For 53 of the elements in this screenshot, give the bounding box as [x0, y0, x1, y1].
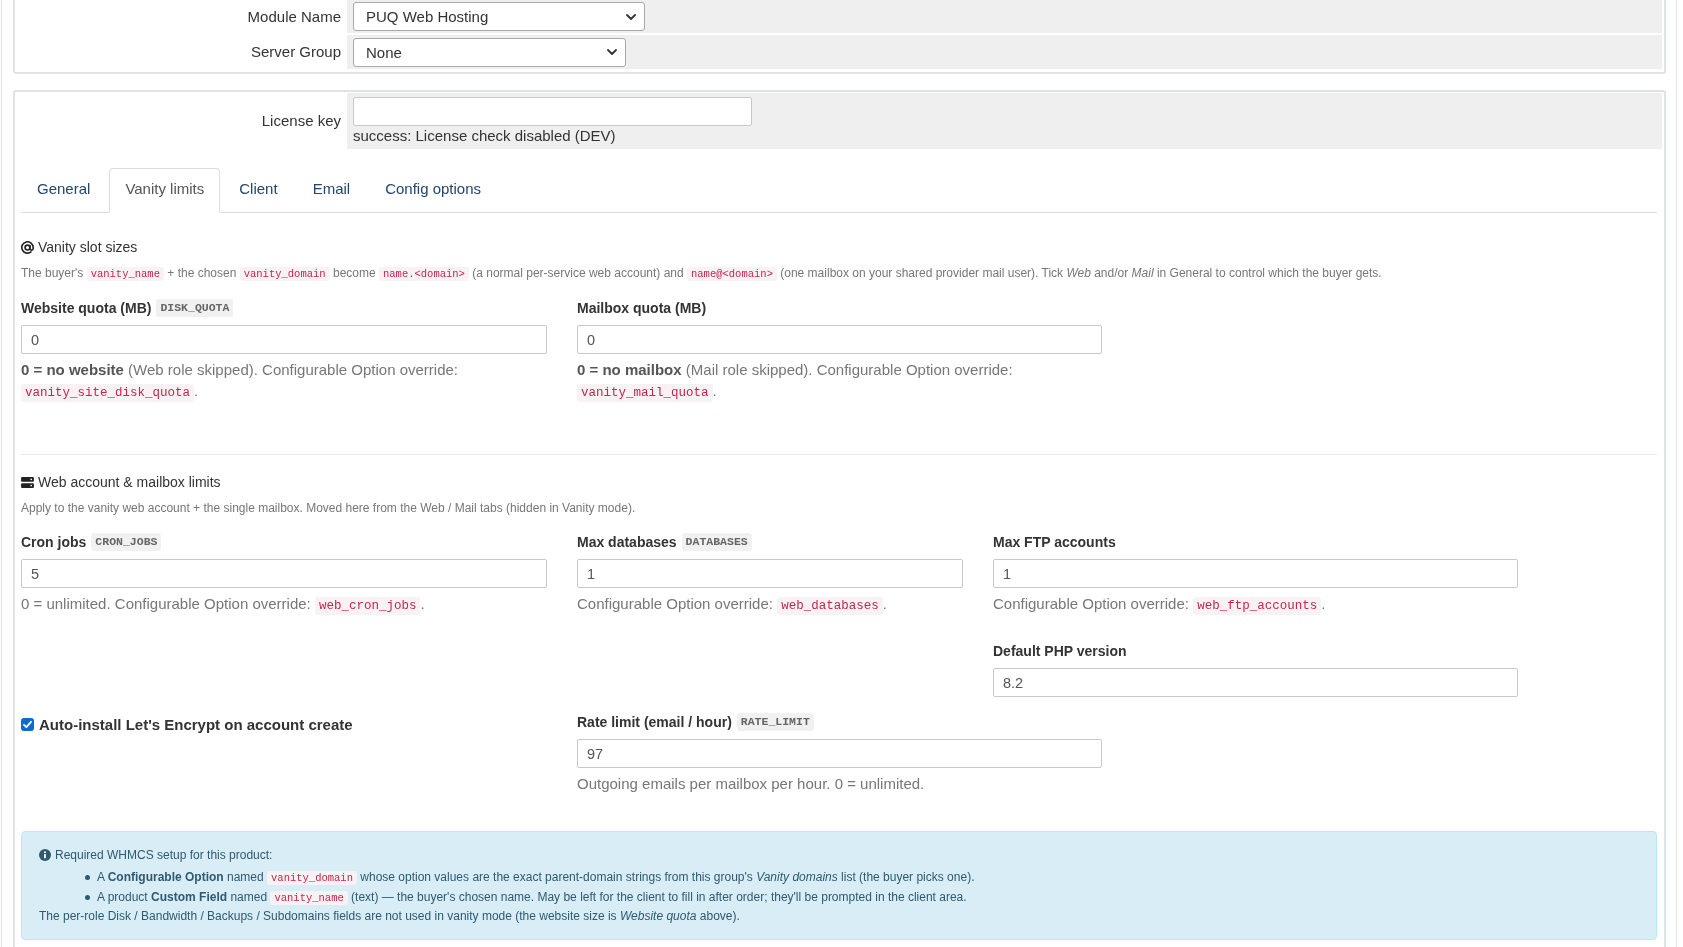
- list-item: A Configurable Option named vanity_domain whose option values are the exact parent-domain strings from this group's Vanity domains list (the buyer picks one).: [97, 868, 975, 887]
- field-label: Server Group: [250, 42, 341, 62]
- section-heading: Web account & mailbox limits: [38, 473, 221, 492]
- config-key-tag: RATE_LIMIT: [736, 713, 814, 731]
- section-description: The buyer's vanity_name + the chosen vanity_domain become name.<domain> (a normal per-service web account) and name@<domain> (one mailbox on your shared provider mail user). Tick Web and/or Mail in General to control which the buyer gets.: [21, 265, 1383, 283]
- config-key-tag: DATABASES: [681, 533, 752, 551]
- help-text: Outgoing emails per mailbox per hour. 0 = unlimited.: [577, 774, 926, 794]
- dropdown[interactable]: None: [353, 37, 626, 67]
- field-label: Mailbox quota (MB): [577, 300, 707, 316]
- help-text: 0 = unlimited. Configurable Option override: web_cron_jobs .: [21, 594, 426, 617]
- status-message: success: License check disabled (DEV): [353, 126, 616, 146]
- dropdown[interactable]: PUQ Web Hosting: [353, 2, 645, 31]
- tab[interactable]: General: [21, 168, 107, 213]
- alert-title: Required WHMCS setup for this product:: [55, 847, 273, 864]
- tab[interactable]: Client: [223, 168, 294, 213]
- field-label: Default PHP version: [993, 643, 1127, 659]
- field-label: Module Name: [247, 6, 341, 27]
- text-field[interactable]: 97: [577, 739, 1102, 768]
- text-field[interactable]: [353, 97, 752, 126]
- alert-note: The per-role Disk / Bandwidth / Backups / Subdomains fields are not used in vanity mode (the website size is Website quota above).: [39, 908, 741, 925]
- at-sign-icon: [21, 240, 34, 254]
- bullet-icon: [85, 894, 90, 900]
- help-text: 0 = no website (Web role skipped). Configurable Option override: vanity_site_disk_quota .: [21, 360, 459, 404]
- help-text: Configurable Option override: web_databases .: [577, 594, 888, 617]
- section-heading: Vanity slot sizes: [38, 238, 138, 257]
- text-field[interactable]: 0: [21, 325, 547, 354]
- text-field[interactable]: 1: [993, 559, 1518, 588]
- field-label: Cron jobs: [21, 534, 87, 550]
- info-icon: [39, 849, 51, 861]
- chevron-down-icon: [607, 49, 617, 55]
- config-key-tag: CRON_JOBS: [91, 533, 162, 551]
- text-field[interactable]: 1: [577, 559, 963, 588]
- section-description: Apply to the vanity web account + the single mailbox. Moved here from the Web / Mail tabs (hidden in Vanity mode).: [21, 500, 637, 517]
- tab[interactable]: Email: [296, 168, 367, 213]
- help-text: 0 = no mailbox (Mail role skipped). Configurable Option override: vanity_mail_quota .: [577, 360, 1014, 404]
- chevron-down-icon: [626, 13, 636, 20]
- config-key-tag: DISK_QUOTA: [156, 299, 234, 317]
- list-item: A product Custom Field named vanity_name (text) — the buyer's chosen name. May be left for the client to fill in after order; they'll be prompted in the client area.: [97, 888, 967, 907]
- checkbox-label: Auto-install Let's Encrypt on account create: [39, 715, 353, 733]
- text-field[interactable]: 8.2: [993, 668, 1518, 697]
- help-text: Configurable Option override: web_ftp_accounts .: [993, 594, 1327, 617]
- text-field[interactable]: 0: [577, 325, 1102, 354]
- field-label: Rate limit (email / hour): [577, 714, 732, 730]
- text-field[interactable]: 5: [21, 559, 547, 588]
- field-label: Max FTP accounts: [993, 534, 1116, 550]
- checkbox[interactable]: [21, 717, 34, 731]
- field-label: Max databases: [577, 534, 677, 550]
- bullet-icon: [85, 874, 90, 880]
- server-icon: [21, 476, 34, 488]
- field-label: Website quota (MB): [21, 300, 152, 316]
- tab[interactable]: Config options: [369, 168, 498, 213]
- tab[interactable]: Vanity limits: [109, 168, 221, 213]
- field-label: License key: [261, 111, 341, 131]
